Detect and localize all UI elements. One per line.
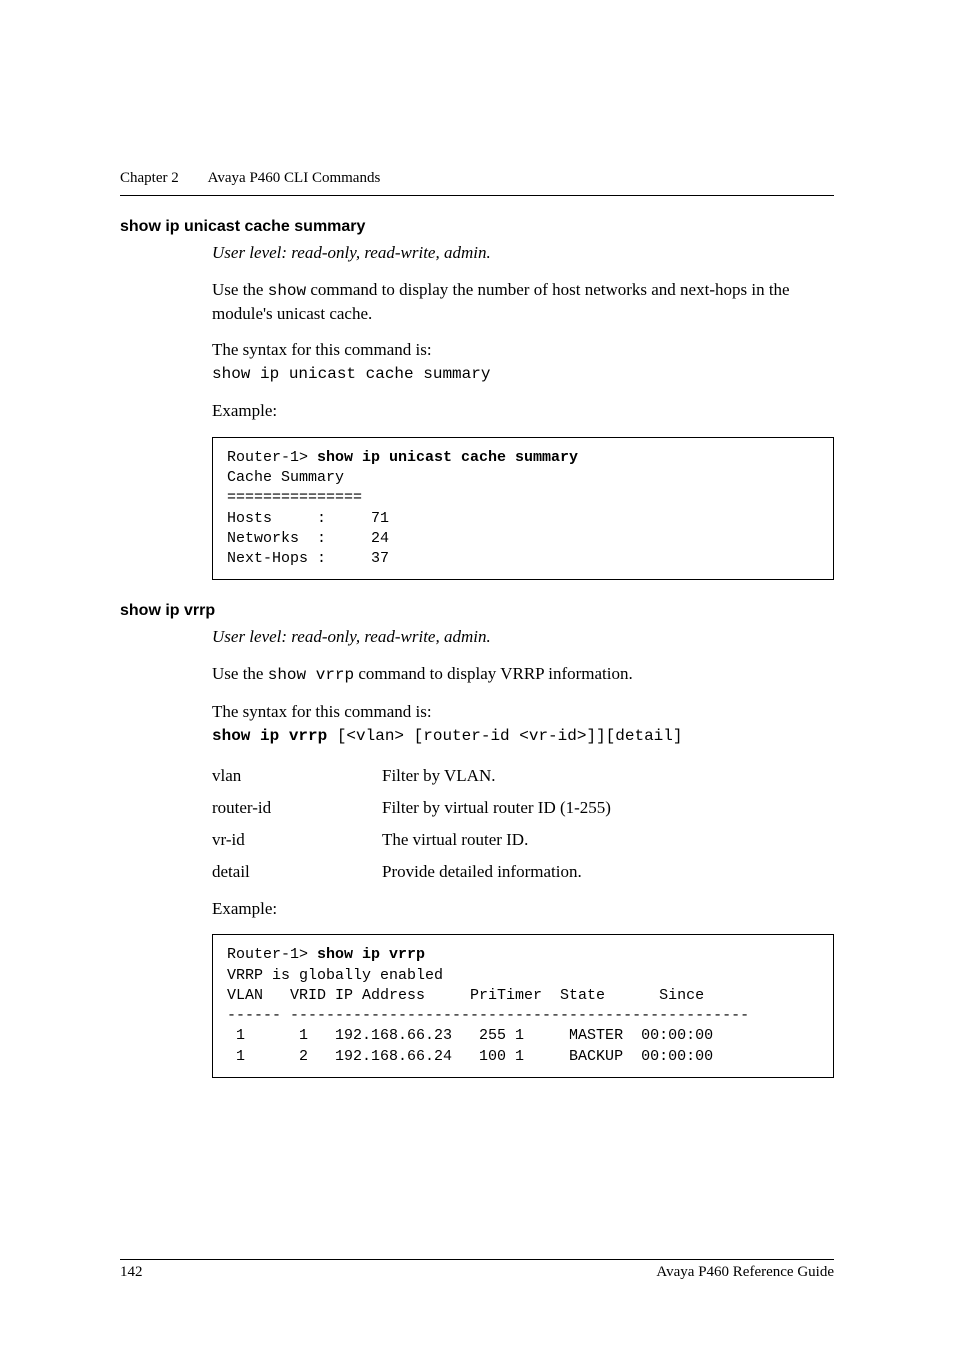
param-val: Filter by VLAN. xyxy=(382,766,834,786)
param-row: vr-id The virtual router ID. xyxy=(212,830,834,850)
param-row: vlan Filter by VLAN. xyxy=(212,766,834,786)
param-val: Filter by virtual router ID (1-255) xyxy=(382,798,834,818)
page: Chapter 2 Avaya P460 CLI Commands show i… xyxy=(0,0,954,1351)
param-key: vr-id xyxy=(212,830,382,850)
syntax-bold: show ip vrrp xyxy=(212,727,327,745)
typed-command: show ip vrrp xyxy=(317,946,425,963)
example-output-vrrp: Router-1> show ip vrrp VRRP is globally … xyxy=(212,934,834,1078)
param-val: Provide detailed information. xyxy=(382,862,834,882)
intro-pre: Use the xyxy=(212,664,268,683)
doc-title: Avaya P460 Reference Guide xyxy=(656,1264,834,1281)
chapter-header: Chapter 2 Avaya P460 CLI Commands xyxy=(120,170,834,196)
intro-paragraph: Use the show command to display the numb… xyxy=(212,279,834,326)
example-output-unicast: Router-1> show ip unicast cache summary … xyxy=(212,437,834,581)
intro-cmd: show vrrp xyxy=(268,666,354,684)
intro-cmd: show xyxy=(268,282,306,300)
section-body-unicast: User level: read-only, read-write, admin… xyxy=(212,242,834,580)
syntax-command: show ip unicast cache summary xyxy=(212,364,834,386)
intro-post: command to display VRRP information. xyxy=(354,664,633,683)
chapter-label: Chapter 2 xyxy=(120,170,179,186)
prompt: Router-1> xyxy=(227,449,317,466)
intro-paragraph: Use the show vrrp command to display VRR… xyxy=(212,663,834,687)
example-label: Example: xyxy=(212,898,834,921)
param-row: router-id Filter by virtual router ID (1… xyxy=(212,798,834,818)
chapter-title: Avaya P460 CLI Commands xyxy=(208,170,381,186)
intro-pre: Use the xyxy=(212,280,268,299)
section-title-unicast: show ip unicast cache summary xyxy=(120,218,834,236)
syntax-label: The syntax for this command is: xyxy=(212,339,834,362)
example-label: Example: xyxy=(212,400,834,423)
user-level-note: User level: read-only, read-write, admin… xyxy=(212,242,834,265)
section-title-vrrp: show ip vrrp xyxy=(120,602,834,620)
page-footer: 142 Avaya P460 Reference Guide xyxy=(120,1259,834,1281)
page-number: 142 xyxy=(120,1264,143,1281)
param-key: router-id xyxy=(212,798,382,818)
typed-command: show ip unicast cache summary xyxy=(317,449,578,466)
param-table: vlan Filter by VLAN. router-id Filter by… xyxy=(212,766,834,882)
example-body: Cache Summary =============== Hosts : 71… xyxy=(227,469,389,567)
prompt: Router-1> xyxy=(227,946,317,963)
syntax-rest: [<vlan> [router-id <vr-id>]][detail] xyxy=(327,727,682,745)
syntax-label: The syntax for this command is: xyxy=(212,701,834,724)
syntax-command: show ip vrrp [<vlan> [router-id <vr-id>]… xyxy=(212,726,834,748)
section-body-vrrp: User level: read-only, read-write, admin… xyxy=(212,626,834,1078)
example-body: VRRP is globally enabled VLAN VRID IP Ad… xyxy=(227,967,749,1065)
param-key: vlan xyxy=(212,766,382,786)
user-level-note: User level: read-only, read-write, admin… xyxy=(212,626,834,649)
param-row: detail Provide detailed information. xyxy=(212,862,834,882)
param-key: detail xyxy=(212,862,382,882)
param-val: The virtual router ID. xyxy=(382,830,834,850)
